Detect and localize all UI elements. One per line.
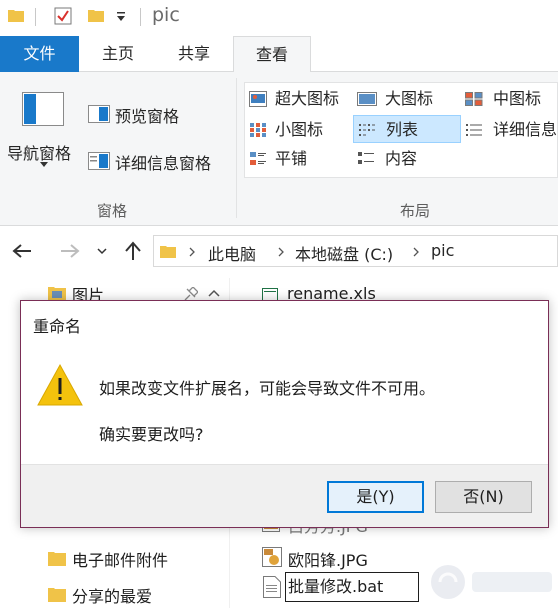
navigation-pane-icon[interactable] — [22, 92, 64, 126]
tab-view[interactable]: 查看 — [233, 36, 311, 73]
customize-dropdown-icon[interactable] — [116, 12, 126, 22]
address-bar-row: 此电脑 本地磁盘 (C:) pic — [0, 226, 558, 278]
layout-group-label: 布局 — [400, 202, 431, 220]
layout-large-icons[interactable]: 大图标 — [357, 85, 461, 113]
nav-item-email-attachments[interactable]: 电子邮件附件 — [72, 547, 168, 571]
extra-large-icons-icon — [249, 91, 267, 107]
dialog-footer: 是(Y) 否(N) — [21, 464, 548, 527]
tiles-icon — [250, 152, 266, 165]
jpg-file-icon — [262, 547, 282, 567]
scroll-up-icon[interactable] — [208, 289, 220, 297]
warning-icon — [37, 363, 83, 406]
list-icon — [359, 124, 375, 136]
folder-icon — [48, 588, 66, 602]
layout-content[interactable]: 内容 — [357, 145, 461, 173]
layout-extra-large-icons[interactable]: 超大图标 — [249, 85, 353, 113]
chevron-right-icon[interactable] — [189, 247, 195, 257]
layout-medium-icons[interactable]: 中图标 — [465, 85, 558, 113]
batch-file-icon — [263, 576, 281, 598]
breadcrumb-local-disk[interactable]: 本地磁盘 (C:) — [295, 241, 393, 265]
nav-item-shared-favorites[interactable]: 分享的最爱 — [72, 583, 152, 607]
layout-list[interactable]: 列表 — [353, 115, 461, 143]
rename-input[interactable]: 批量修改.bat — [285, 572, 419, 602]
separator — [35, 8, 36, 26]
tab-home[interactable]: 主页 — [89, 36, 147, 72]
preview-pane-button[interactable]: 预览窗格 — [115, 103, 179, 127]
file-item-ouyangfeng-jpg[interactable]: 欧阳锋.JPG — [288, 547, 368, 571]
rename-dialog: 重命名 如果改变文件扩展名，可能会导致文件不可用。 确实要更改吗? 是(Y) 否… — [20, 300, 549, 528]
small-icons-icon — [250, 123, 266, 137]
layout-small-icons[interactable]: 小图标 — [249, 116, 353, 144]
folder-icon — [160, 246, 176, 258]
watermark-logo — [431, 565, 552, 599]
breadcrumb-this-pc[interactable]: 此电脑 — [208, 241, 256, 265]
details-pane-icon — [88, 152, 110, 170]
layout-details[interactable]: 详细信息 — [465, 116, 558, 144]
panes-group-label: 窗格 — [97, 202, 128, 220]
breadcrumb-pic[interactable]: pic — [431, 241, 454, 260]
medium-icons-icon — [465, 92, 483, 106]
address-bar[interactable]: 此电脑 本地磁盘 (C:) pic — [153, 235, 558, 267]
dialog-question: 确实要更改吗? — [99, 425, 204, 444]
group-separator — [236, 78, 237, 218]
pin-icon[interactable] — [184, 287, 198, 301]
tab-file[interactable]: 文件 — [0, 36, 79, 72]
recent-locations-chevron-icon[interactable] — [97, 248, 107, 255]
forward-arrow-icon[interactable] — [60, 243, 80, 259]
layout-tiles[interactable]: 平铺 — [249, 145, 353, 173]
new-folder-icon[interactable] — [88, 8, 104, 22]
up-arrow-icon[interactable] — [124, 241, 142, 261]
window-title: pic — [152, 4, 180, 26]
preview-pane-icon — [88, 105, 110, 123]
content-icon — [358, 152, 374, 164]
chevron-right-icon[interactable] — [413, 247, 419, 257]
properties-icon[interactable] — [54, 7, 72, 25]
title-bar: pic — [0, 0, 558, 36]
details-pane-button[interactable]: 详细信息窗格 — [115, 150, 211, 174]
chevron-right-icon[interactable] — [278, 247, 284, 257]
navigation-pane-button[interactable]: 导航窗格 — [7, 140, 71, 164]
layout-gallery: 超大图标 大图标 中图标 小图标 列表 详细信息 平铺 内容 — [244, 82, 558, 178]
no-button[interactable]: 否(N) — [435, 481, 532, 513]
large-icons-icon — [357, 92, 377, 106]
details-icon — [466, 124, 482, 136]
yes-button[interactable]: 是(Y) — [327, 481, 424, 513]
chevron-down-icon[interactable] — [40, 162, 48, 167]
dialog-message: 如果改变文件扩展名，可能会导致文件不可用。 — [99, 379, 436, 398]
folder-icon — [8, 10, 24, 22]
pictures-folder-icon — [48, 287, 66, 301]
back-arrow-icon[interactable] — [12, 243, 32, 259]
ribbon: 导航窗格 预览窗格 详细信息窗格 窗格 超大图标 大图标 中图标 小图标 列表 — [0, 72, 558, 226]
dialog-title: 重命名 — [33, 317, 82, 336]
folder-icon — [48, 552, 66, 566]
ribbon-tabs: 文件 主页 共享 查看 — [0, 36, 558, 73]
tab-share[interactable]: 共享 — [165, 36, 223, 72]
separator — [140, 8, 141, 26]
